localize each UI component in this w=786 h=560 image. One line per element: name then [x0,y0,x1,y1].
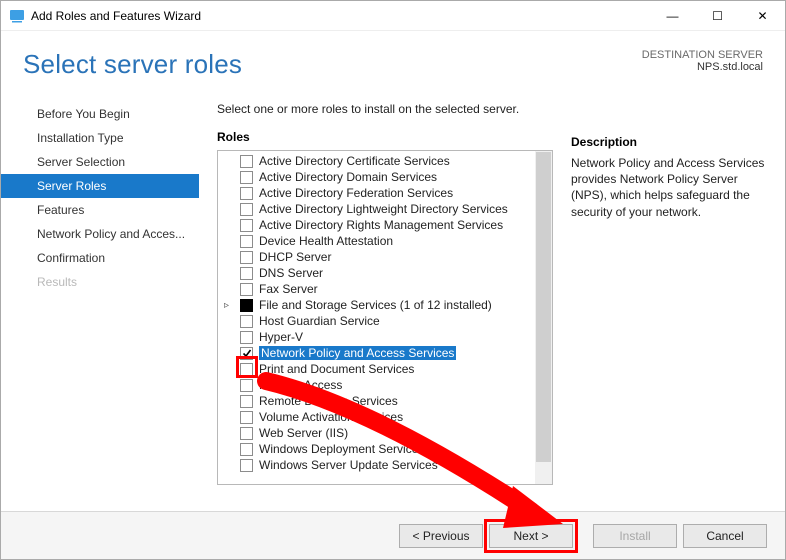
role-row[interactable]: Host Guardian Service [218,313,535,329]
role-label: Active Directory Certificate Services [259,154,450,168]
role-label: Host Guardian Service [259,314,380,328]
role-label: DNS Server [259,266,323,280]
role-checkbox[interactable] [240,235,253,248]
server-manager-icon [9,8,25,24]
nav-step[interactable]: Before You Begin [1,102,199,126]
close-button[interactable]: ✕ [740,1,785,31]
wizard-content: Select one or more roles to install on t… [199,102,765,505]
maximize-button[interactable]: ☐ [695,1,740,31]
role-label: Active Directory Rights Management Servi… [259,218,503,232]
role-row[interactable]: DNS Server [218,265,535,281]
role-label: Print and Document Services [259,362,414,376]
nav-step[interactable]: Network Policy and Acces... [1,222,199,246]
destination-label: DESTINATION SERVER [642,49,763,61]
role-checkbox[interactable] [240,219,253,232]
role-row[interactable]: Remote Desktop Services [218,393,535,409]
role-label: Remote Access [259,378,342,392]
page-title: Select server roles [23,49,242,80]
role-row[interactable]: Remote Access [218,377,535,393]
destination-server-name: NPS.std.local [642,61,763,73]
role-checkbox[interactable] [240,171,253,184]
role-checkbox[interactable] [240,203,253,216]
roles-column: Select one or more roles to install on t… [217,102,553,505]
role-label: Active Directory Federation Services [259,186,453,200]
role-checkbox[interactable] [240,331,253,344]
expand-icon[interactable]: ▹ [224,300,236,311]
role-label: Hyper-V [259,330,303,344]
role-row[interactable]: Active Directory Federation Services [218,185,535,201]
role-label: Windows Deployment Services [259,442,424,456]
role-row[interactable]: Fax Server [218,281,535,297]
role-checkbox[interactable] [240,315,253,328]
role-row[interactable]: Device Health Attestation [218,233,535,249]
wizard-body: Before You BeginInstallation TypeServer … [1,102,785,505]
minimize-button[interactable]: — [650,1,695,31]
role-row[interactable]: Web Server (IIS) [218,425,535,441]
role-row[interactable]: Active Directory Certificate Services [218,153,535,169]
role-checkbox[interactable] [240,427,253,440]
role-checkbox[interactable] [240,347,253,360]
role-label: Web Server (IIS) [259,426,348,440]
role-row[interactable]: DHCP Server [218,249,535,265]
intro-text: Select one or more roles to install on t… [217,102,553,116]
nav-step[interactable]: Server Selection [1,150,199,174]
role-checkbox[interactable] [240,363,253,376]
role-checkbox[interactable] [240,459,253,472]
role-row[interactable]: Active Directory Rights Management Servi… [218,217,535,233]
cancel-button[interactable]: Cancel [683,524,767,548]
role-row[interactable]: Hyper-V [218,329,535,345]
role-label: Active Directory Domain Services [259,170,437,184]
wizard-header: Select server roles DESTINATION SERVER N… [1,31,785,102]
nav-step[interactable]: Features [1,198,199,222]
nav-step[interactable]: Confirmation [1,246,199,270]
role-label: Volume Activation Services [259,410,403,424]
scrollbar-thumb[interactable] [536,152,551,462]
role-row[interactable]: ▹ File and Storage Services (1 of 12 inst… [218,297,535,313]
role-checkbox[interactable] [240,443,253,456]
role-row[interactable]: Active Directory Lightweight Directory S… [218,201,535,217]
role-label: Active Directory Lightweight Directory S… [259,202,508,216]
role-label: Fax Server [259,282,318,296]
role-label: Remote Desktop Services [259,394,398,408]
nav-step[interactable]: Server Roles [1,174,199,198]
description-column: Description Network Policy and Access Se… [571,102,765,505]
next-button[interactable]: Next > [489,524,573,548]
role-row[interactable]: Windows Server Update Services [218,457,535,473]
role-label: Windows Server Update Services [259,458,438,472]
role-checkbox[interactable] [240,267,253,280]
previous-button[interactable]: < Previous [399,524,483,548]
destination-block: DESTINATION SERVER NPS.std.local [642,49,763,73]
role-label: Device Health Attestation [259,234,393,248]
role-label: Network Policy and Access Services [259,346,456,360]
role-label: File and Storage Services (1 of 12 insta… [259,298,492,312]
role-checkbox[interactable] [240,299,253,312]
role-row[interactable]: Volume Activation Services [218,409,535,425]
nav-step: Results [1,270,199,294]
description-text: Network Policy and Access Services provi… [571,155,765,220]
role-checkbox[interactable] [240,379,253,392]
role-checkbox[interactable] [240,251,253,264]
role-checkbox[interactable] [240,187,253,200]
role-row[interactable]: Active Directory Domain Services [218,169,535,185]
window-title: Add Roles and Features Wizard [31,9,201,23]
nav-step[interactable]: Installation Type [1,126,199,150]
roles-label: Roles [217,130,553,144]
titlebar: Add Roles and Features Wizard — ☐ ✕ [1,1,785,31]
wizard-nav: Before You BeginInstallation TypeServer … [1,102,199,505]
description-label: Description [571,135,765,149]
role-row[interactable]: Windows Deployment Services [218,441,535,457]
role-label: DHCP Server [259,250,331,264]
role-checkbox[interactable] [240,395,253,408]
role-row[interactable]: Network Policy and Access Services [218,345,535,361]
roles-list[interactable]: Active Directory Certificate Services Act… [218,151,535,484]
role-checkbox[interactable] [240,411,253,424]
role-checkbox[interactable] [240,283,253,296]
scrollbar[interactable] [535,151,552,484]
install-button[interactable]: Install [593,524,677,548]
wizard-footer: < Previous Next > Install Cancel [1,511,785,559]
role-checkbox[interactable] [240,155,253,168]
role-row[interactable]: Print and Document Services [218,361,535,377]
roles-box: Active Directory Certificate Services Act… [217,150,553,485]
